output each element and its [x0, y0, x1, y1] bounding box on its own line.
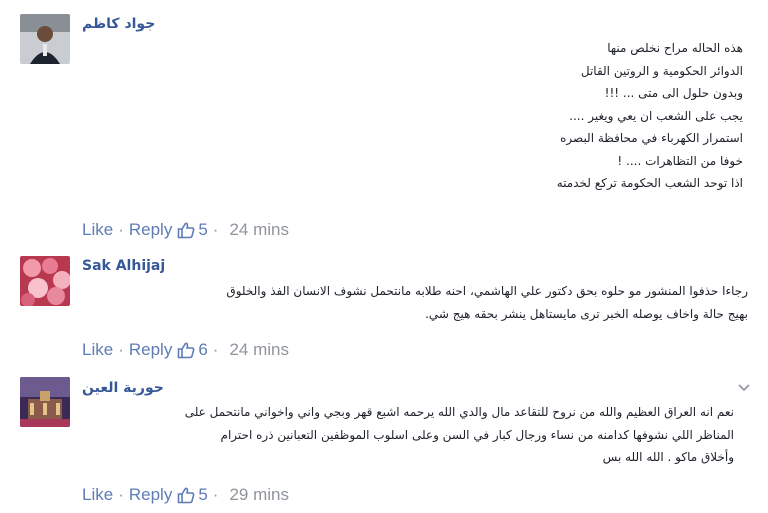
- comment: جواد كاظم هذه الحاله مراح نخلص منها الدو…: [0, 0, 768, 250]
- avatar[interactable]: [20, 256, 70, 306]
- avatar[interactable]: [20, 14, 70, 64]
- comment-actions: Like · Reply 5 · 24 mins: [82, 220, 289, 240]
- comment-text: هذه الحاله مراح نخلص منها الدوائر الحكوم…: [556, 41, 743, 190]
- like-count[interactable]: 5: [198, 220, 207, 240]
- author-name[interactable]: حورية العين: [82, 380, 164, 396]
- thumbs-up-icon[interactable]: [177, 486, 195, 504]
- separator: ·: [118, 485, 124, 504]
- timestamp[interactable]: 29 mins: [229, 485, 289, 505]
- like-link[interactable]: Like: [82, 485, 113, 505]
- separator: ·: [118, 220, 124, 239]
- like-count[interactable]: 5: [198, 485, 207, 505]
- comment-actions: Like · Reply 5 · 29 mins: [82, 485, 289, 505]
- avatar[interactable]: [20, 377, 70, 427]
- reply-link[interactable]: Reply: [129, 220, 172, 240]
- separator: ·: [212, 485, 219, 504]
- separator: ·: [212, 220, 219, 239]
- like-count[interactable]: 6: [198, 340, 207, 360]
- thumbs-up-icon[interactable]: [177, 221, 195, 239]
- timestamp[interactable]: 24 mins: [229, 220, 289, 240]
- reply-link[interactable]: Reply: [129, 340, 172, 360]
- comment-text: رجاءا حذفوا المنشور مو حلوه بحق دكتور عل…: [226, 284, 748, 321]
- separator: ·: [118, 340, 124, 359]
- like-link[interactable]: Like: [82, 340, 113, 360]
- palace-photo-icon: [20, 377, 70, 427]
- separator: ·: [212, 340, 219, 359]
- author-name[interactable]: Sak Alhijaj: [82, 258, 165, 274]
- comment: حورية العين نعم انه العراق العظيم والله …: [0, 370, 768, 513]
- comment: Sak Alhijaj رجاءا حذفوا المنشور مو حلوه …: [0, 250, 768, 370]
- comment-actions: Like · Reply 6 · 24 mins: [82, 340, 289, 360]
- author-name[interactable]: جواد كاظم: [82, 16, 155, 32]
- thumbs-up-icon[interactable]: [177, 341, 195, 359]
- reply-link[interactable]: Reply: [129, 485, 172, 505]
- like-link[interactable]: Like: [82, 220, 113, 240]
- comment-text: نعم انه العراق العظيم والله من نروح للتق…: [184, 405, 734, 464]
- timestamp[interactable]: 24 mins: [229, 340, 289, 360]
- flowers-photo-icon: [20, 256, 70, 306]
- person-photo-icon: [20, 14, 70, 64]
- chevron-down-icon[interactable]: [736, 379, 752, 395]
